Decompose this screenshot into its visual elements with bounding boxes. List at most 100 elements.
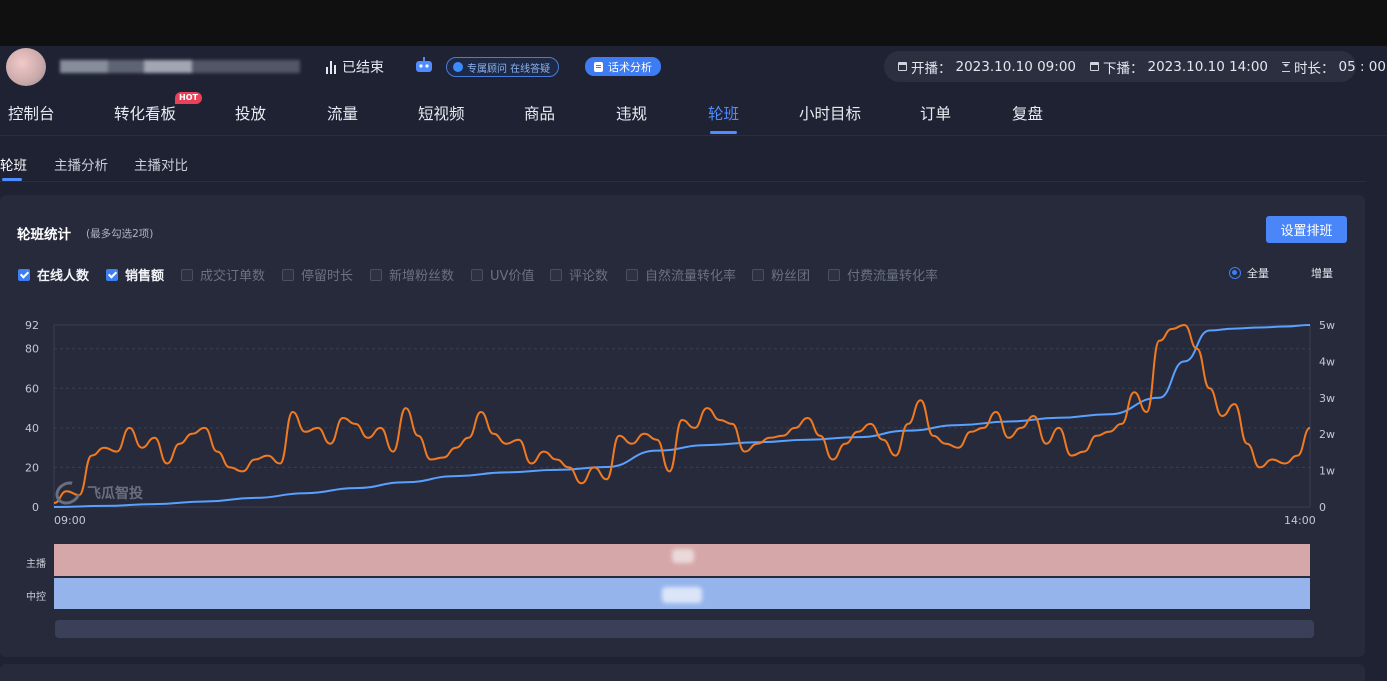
right-tick-label: 5w <box>1319 319 1335 332</box>
checkbox-icon <box>282 268 294 281</box>
avatar[interactable] <box>6 48 46 86</box>
tab-shifts[interactable]: 轮班 <box>708 102 739 124</box>
mode-incremental-label: 增量 <box>1311 267 1333 280</box>
bar-chart-icon <box>326 60 336 74</box>
timeline-scrollbar[interactable] <box>55 620 1314 638</box>
shift-line-chart: 0 20 40 60 80 92 0 1w 2w 3w 4w 5w 09:00 14:00 <box>25 319 1335 527</box>
left-tick-label: 40 <box>25 422 39 435</box>
right-tick-label: 2w <box>1319 428 1335 441</box>
live-status-label: 已结束 <box>342 60 384 76</box>
consultant-button[interactable]: 专属顾问 在线答疑 <box>446 57 560 77</box>
watermark-text: 飞瓜智投 <box>87 486 143 502</box>
series-line-sales <box>53 324 1311 508</box>
chart-frame <box>53 324 1311 508</box>
metric-label: 付费流量转化率 <box>847 269 939 284</box>
left-tick-label: 60 <box>25 382 39 395</box>
start-time-label: 开播： <box>911 60 952 77</box>
metric-comments[interactable]: 评论数 <box>550 265 608 284</box>
metric-label: 销售额 <box>125 269 165 284</box>
metric-natural-conversion[interactable]: 自然流量转化率 <box>626 265 736 284</box>
mode-incremental[interactable]: 增量 <box>1311 265 1333 281</box>
left-axis: 0 20 40 60 80 92 <box>25 319 39 514</box>
control-avatar-blurred <box>662 587 702 603</box>
start-time: 开播： 2023.10.10 09:00 <box>898 57 1076 77</box>
calendar-icon <box>1090 62 1099 71</box>
row-label-control: 中控 <box>26 592 46 603</box>
active-tab-indicator <box>710 131 737 134</box>
chart-grid <box>53 324 1311 508</box>
metric-label: 粉丝团 <box>771 269 811 284</box>
metric-online-users[interactable]: 在线人数 <box>18 265 89 284</box>
metric-label: 新增粉丝数 <box>389 269 455 284</box>
tab-ads[interactable]: 投放 <box>235 102 266 124</box>
checkbox-icon <box>370 268 382 281</box>
duration-label: 时长： <box>1294 60 1335 77</box>
card-title: 轮班统计 <box>17 227 71 243</box>
speech-analysis-label: 话术分析 <box>608 60 652 74</box>
start-time-value: 2023.10.10 09:00 <box>955 58 1077 75</box>
subtab-anchor-analysis[interactable]: 主播分析 <box>54 154 108 174</box>
left-tick-label: 80 <box>25 343 39 356</box>
metric-label: 在线人数 <box>37 269 90 284</box>
left-tick-label: 92 <box>25 319 39 332</box>
metric-label: 停留时长 <box>301 269 354 284</box>
card-hint: (最多勾选2项) <box>86 228 154 240</box>
speech-analysis-button[interactable]: 话术分析 <box>585 57 661 76</box>
calendar-icon <box>898 62 907 71</box>
document-icon <box>594 61 603 72</box>
series-line-online-users <box>53 323 1311 504</box>
metric-orders[interactable]: 成交订单数 <box>181 265 265 284</box>
consultant-icon <box>453 62 463 72</box>
mode-full[interactable]: 全量 <box>1229 265 1269 281</box>
metric-paid-conversion[interactable]: 付费流量转化率 <box>828 265 938 284</box>
set-schedule-button[interactable]: 设置排班 <box>1266 216 1347 243</box>
checkbox-icon <box>752 268 764 281</box>
subtab-shifts[interactable]: 轮班 <box>0 154 27 174</box>
broadcast-time-info: 开播： 2023.10.10 09:00 下播： 2023.10.10 14:00 … <box>884 51 1386 82</box>
host-avatar-blurred <box>672 549 694 563</box>
hourglass-icon <box>1282 61 1290 72</box>
metric-sales[interactable]: 销售额 <box>106 265 164 284</box>
subtab-anchor-compare[interactable]: 主播对比 <box>134 154 188 174</box>
live-status: 已结束 <box>326 57 384 77</box>
robot-icon[interactable] <box>414 57 434 74</box>
right-tick-label: 1w <box>1319 465 1335 478</box>
anchor-name-blurred <box>60 60 300 73</box>
metric-uv-value[interactable]: UV价值 <box>471 265 534 284</box>
checkbox-icon <box>550 268 562 281</box>
row-label-host: 主播 <box>26 559 46 570</box>
duration: 时长： 05 : 00 <box>1282 57 1386 77</box>
metric-label: UV价值 <box>490 269 535 284</box>
tab-traffic[interactable]: 流量 <box>327 102 358 124</box>
tab-conversion-board[interactable]: 转化看板 <box>114 102 176 124</box>
metric-new-fans[interactable]: 新增粉丝数 <box>370 265 454 284</box>
tab-review[interactable]: 复盘 <box>1012 102 1043 124</box>
metric-label: 评论数 <box>569 269 609 284</box>
tab-violations[interactable]: 违规 <box>616 102 647 124</box>
mode-full-label: 全量 <box>1247 267 1269 280</box>
checkbox-icon <box>181 268 193 281</box>
right-tick-label: 0 <box>1319 501 1326 514</box>
x-tick-start: 09:00 <box>54 514 86 527</box>
metric-stay-duration[interactable]: 停留时长 <box>282 265 353 284</box>
tab-products[interactable]: 商品 <box>524 102 555 124</box>
tab-orders[interactable]: 订单 <box>920 102 951 124</box>
next-card-edge <box>0 664 1365 681</box>
metric-label: 自然流量转化率 <box>645 269 737 284</box>
left-tick-label: 0 <box>32 501 39 514</box>
end-time-label: 下播： <box>1103 60 1144 77</box>
radio-icon <box>1229 267 1241 279</box>
tab-short-video[interactable]: 短视频 <box>418 102 465 124</box>
consultant-label: 专属顾问 在线答疑 <box>467 63 551 75</box>
metric-label: 成交订单数 <box>200 269 266 284</box>
tab-console[interactable]: 控制台 <box>8 102 55 124</box>
watermark: 飞瓜智投 <box>51 476 143 510</box>
end-time: 下播： 2023.10.10 14:00 <box>1090 57 1268 77</box>
hot-badge: HOT <box>175 92 202 104</box>
checkbox-icon <box>626 268 638 281</box>
right-tick-label: 3w <box>1319 392 1335 405</box>
tab-hourly-target[interactable]: 小时目标 <box>799 102 861 124</box>
metric-fan-club[interactable]: 粉丝团 <box>752 265 810 284</box>
end-time-value: 2023.10.10 14:00 <box>1147 58 1269 75</box>
x-tick-end: 14:00 <box>1284 514 1316 527</box>
